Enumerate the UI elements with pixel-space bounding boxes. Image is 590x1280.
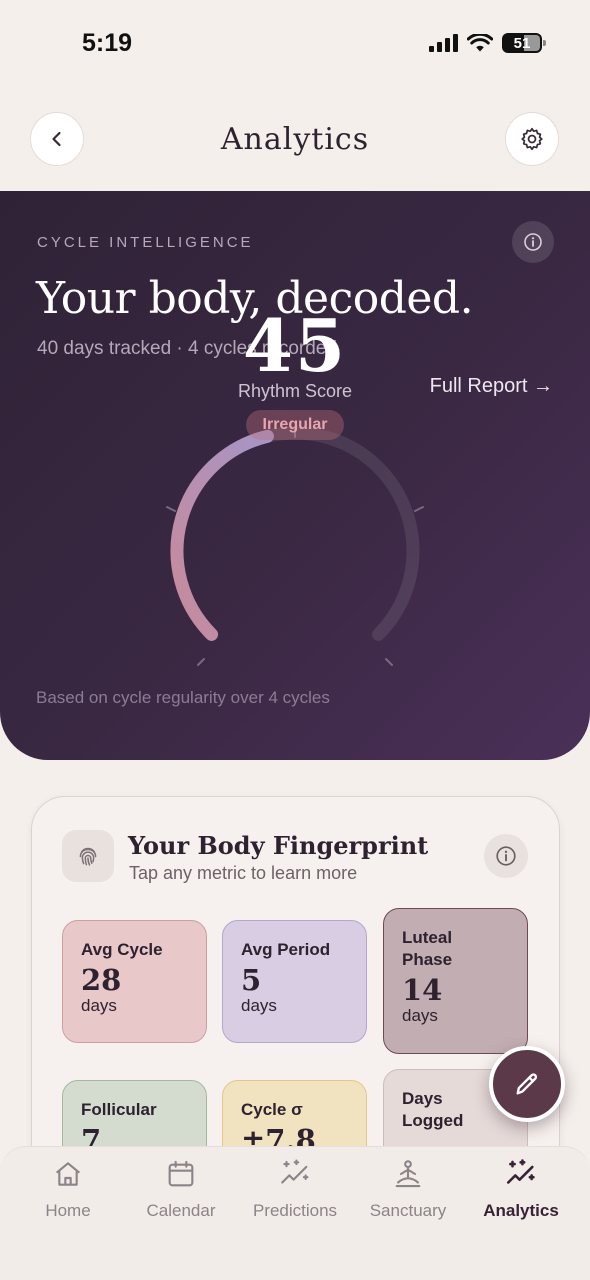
rhythm-score-value: 45: [242, 303, 348, 388]
metric-label: Days Logged: [402, 1089, 464, 1130]
analytics-icon: [504, 1157, 538, 1191]
tab-label: Calendar: [146, 1201, 216, 1220]
tab-analytics[interactable]: Analytics: [466, 1157, 576, 1227]
gauge-fill: [170, 429, 274, 641]
metric-value: 5: [241, 963, 262, 997]
metric-value: 14: [402, 973, 443, 1007]
fingerprint-subtitle: Tap any metric to learn more: [129, 863, 358, 883]
metric-luteal-phase[interactable]: Luteal Phase 14 days: [383, 908, 528, 1054]
metric-avg-period[interactable]: Avg Period 5 days: [222, 920, 367, 1043]
metric-label: Avg Cycle: [81, 940, 163, 959]
metric-unit: days: [81, 996, 117, 1015]
fingerprint-info-button[interactable]: [484, 834, 528, 878]
log-entry-button[interactable]: [489, 1046, 565, 1122]
rhythm-score-label: Rhythm Score: [237, 381, 353, 401]
pencil-icon: [516, 1073, 537, 1095]
cellular-signal-icon: [429, 34, 458, 52]
tab-sanctuary[interactable]: Sanctuary: [353, 1157, 463, 1227]
sparkle-trend-icon: [278, 1157, 312, 1191]
tab-home[interactable]: Home: [13, 1157, 123, 1227]
settings-button[interactable]: [505, 112, 559, 166]
page-header: Analytics: [0, 112, 590, 168]
calendar-icon: [164, 1157, 198, 1191]
metric-label: Cycle σ: [241, 1100, 303, 1119]
tab-label: Sanctuary: [369, 1201, 447, 1220]
tab-label: Analytics: [483, 1201, 559, 1220]
home-icon: [51, 1157, 85, 1191]
metric-label: Follicular: [81, 1100, 157, 1119]
metric-value: 28: [81, 963, 122, 997]
rhythm-score-gauge: [166, 426, 424, 666]
metric-unit: days: [402, 1006, 438, 1025]
bottom-tab-bar: Home Calendar Predictions Sanctuary Anal…: [0, 1146, 590, 1280]
battery-icon: 51: [502, 33, 546, 53]
info-icon: [524, 233, 542, 251]
tab-label: Home: [45, 1201, 91, 1220]
metric-unit: days: [241, 996, 277, 1015]
tab-predictions[interactable]: Predictions: [240, 1157, 350, 1227]
status-bar: 5:19 51: [0, 0, 590, 90]
wifi-icon: [467, 33, 493, 51]
hero-eyebrow: CYCLE INTELLIGENCE: [37, 234, 254, 251]
battery-level: 51: [513, 34, 531, 52]
status-badge: Irregular: [246, 410, 344, 440]
metric-label: Luteal Phase: [402, 928, 453, 969]
hero-info-button[interactable]: [512, 221, 554, 263]
meditation-icon: [391, 1157, 425, 1191]
metric-label: Avg Period: [241, 940, 331, 959]
metric-avg-cycle[interactable]: Avg Cycle 28 days: [62, 920, 207, 1043]
hero-footnote: Based on cycle regularity over 4 cycles: [36, 688, 330, 707]
rhythm-score-hero: CYCLE INTELLIGENCE Your body, decoded. 4…: [0, 191, 590, 760]
tab-calendar[interactable]: Calendar: [126, 1157, 236, 1227]
status-time: 5:19: [82, 29, 133, 57]
info-icon: [496, 846, 516, 866]
status-icons: 51: [429, 33, 546, 53]
page-title: Analytics: [220, 122, 370, 157]
tab-label: Predictions: [252, 1201, 338, 1220]
fingerprint-title: Your Body Fingerprint: [128, 831, 429, 860]
gear-icon: [521, 127, 543, 151]
fingerprint-icon: [62, 830, 114, 882]
